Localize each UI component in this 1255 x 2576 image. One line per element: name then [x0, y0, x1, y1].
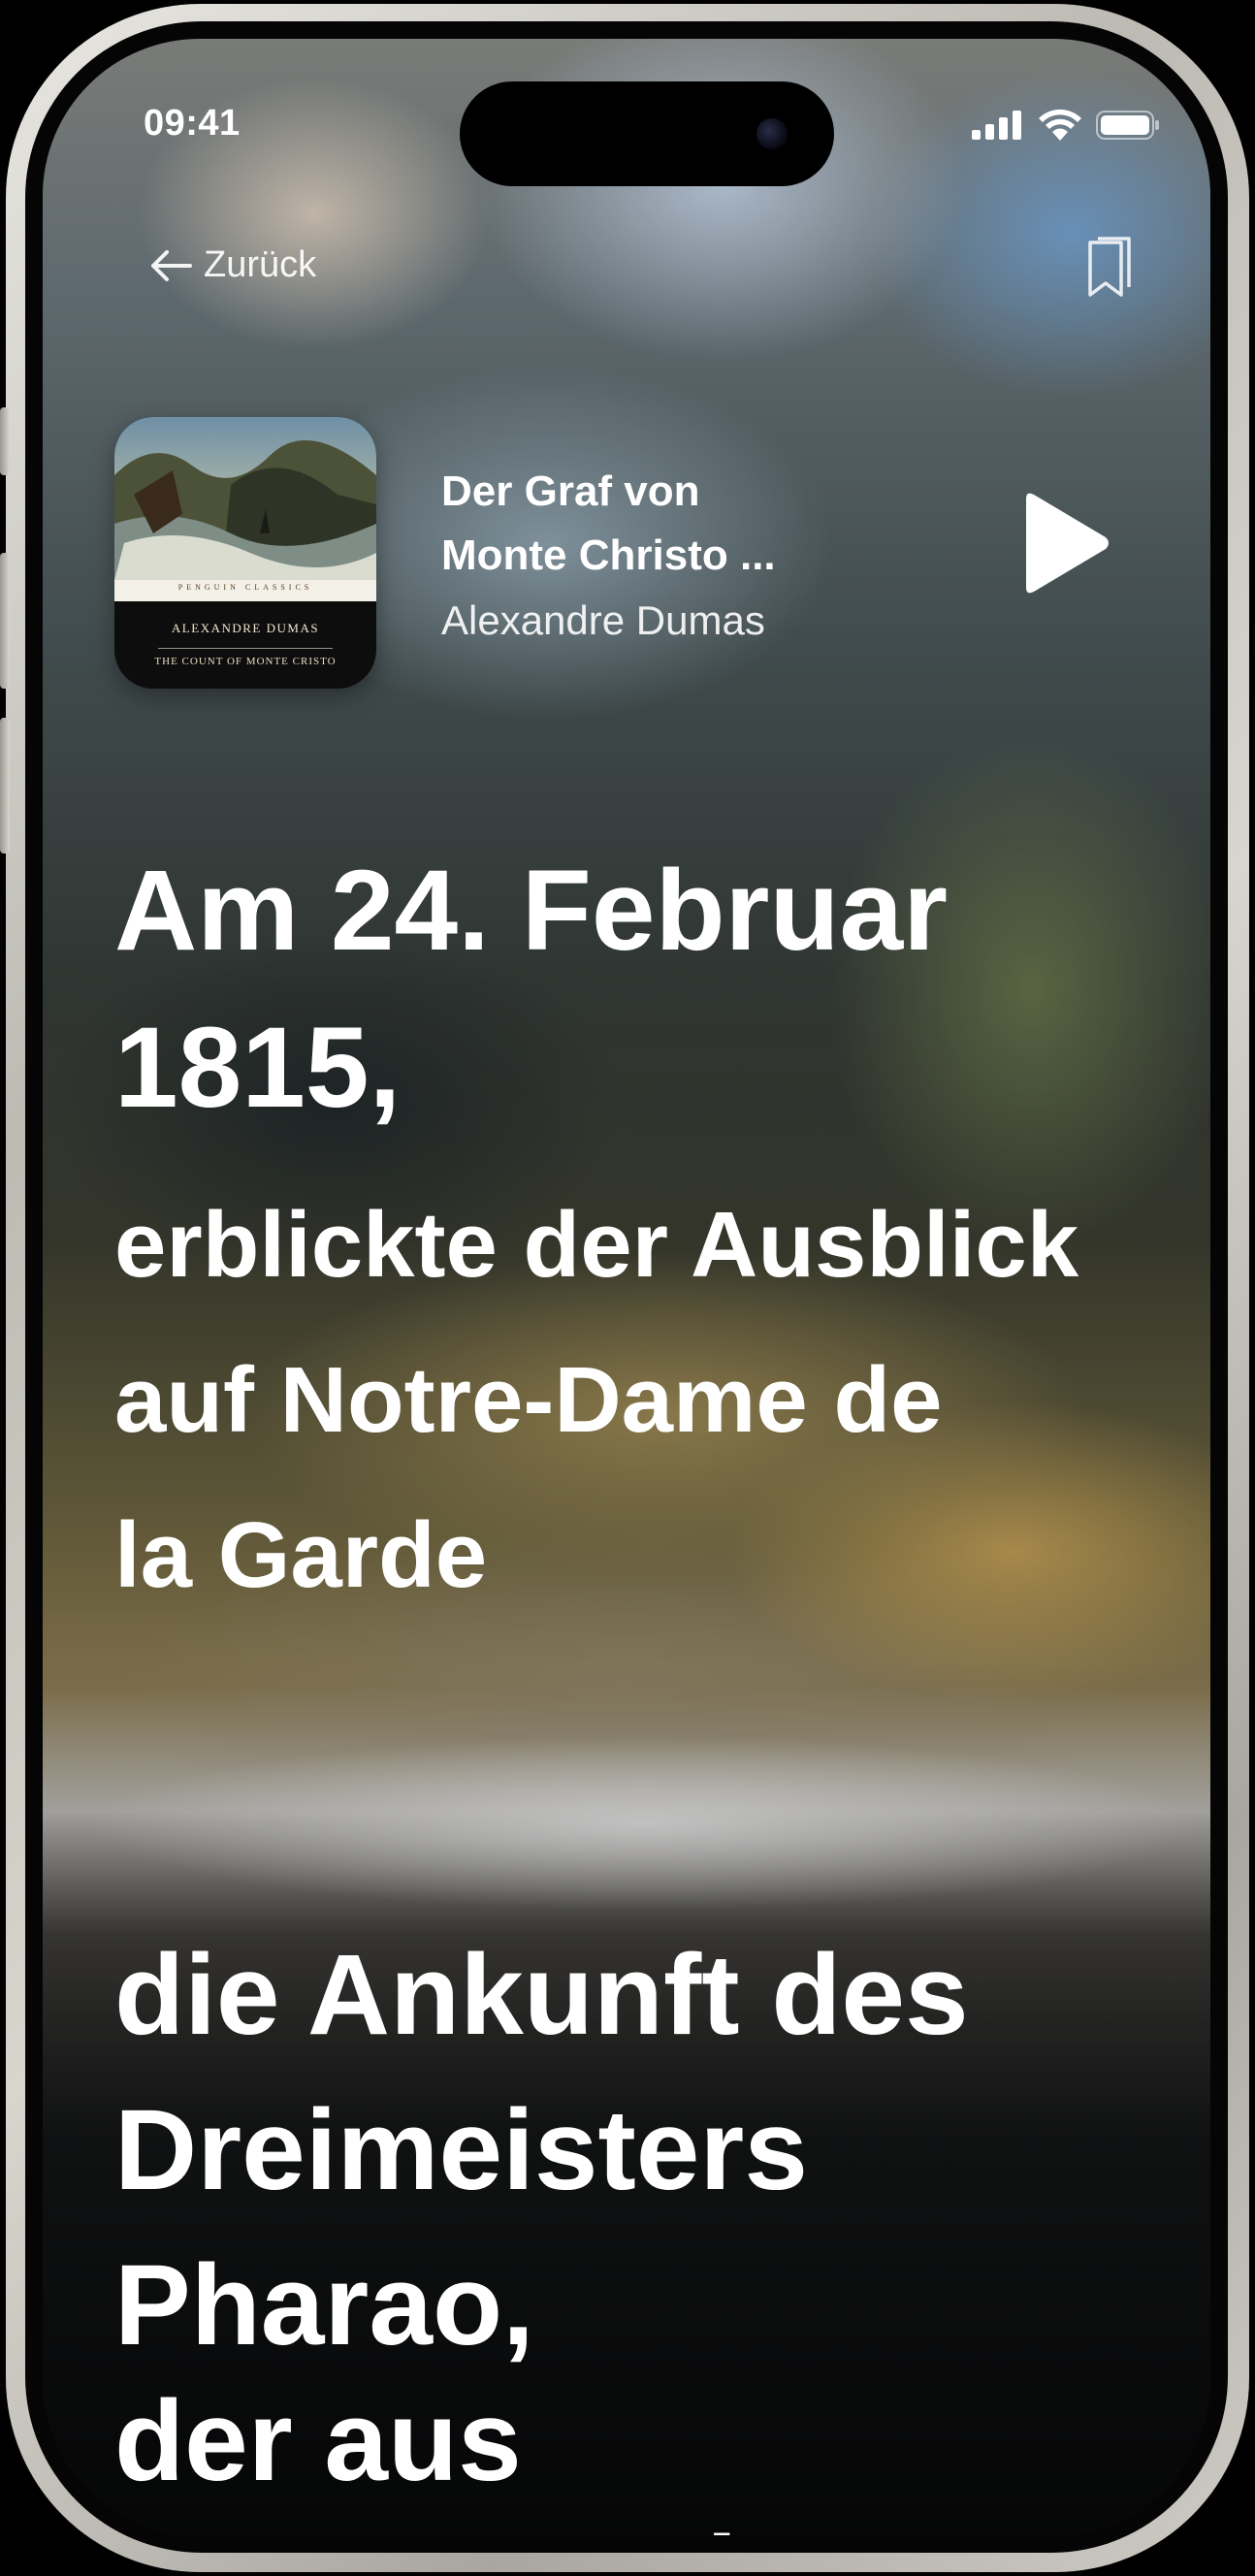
- text-line: Smyrna, Triest: [114, 2498, 903, 2535]
- book-cover[interactable]: PENGUIN CLASSICS ALEXANDRE DUMAS THE COU…: [114, 417, 376, 689]
- text-line: 1815,: [114, 1004, 402, 1132]
- play-button[interactable]: [1013, 489, 1113, 597]
- play-icon: [1026, 493, 1109, 594]
- dynamic-island: [460, 81, 834, 186]
- cover-divider: [158, 648, 333, 649]
- status-icons: [972, 109, 1160, 142]
- cover-series-band: PENGUIN CLASSICS: [114, 580, 376, 601]
- cover-painting: [114, 417, 376, 580]
- text-line: auf Notre-Dame de: [114, 1348, 943, 1452]
- text-line: Pharao,: [114, 2241, 534, 2369]
- volume-down-button: [0, 718, 10, 853]
- back-label: Zurück: [204, 244, 317, 285]
- track-title-line1: Der Graf von: [441, 467, 700, 515]
- text-line: die Ankunft des: [114, 1931, 969, 2059]
- device-mockup: 09:41 Zurück PENGUIN CLASSICS ALEXANDRE …: [0, 0, 1255, 2576]
- action-button: [0, 407, 10, 475]
- status-time: 09:41: [144, 103, 241, 144]
- track-author: Alexandre Dumas: [441, 597, 765, 643]
- cover-series: PENGUIN CLASSICS: [177, 583, 313, 592]
- volume-up-button: [0, 553, 10, 689]
- track-title[interactable]: Der Graf von Monte Christo ...: [441, 460, 887, 588]
- screen: 09:41 Zurück PENGUIN CLASSICS ALEXANDRE …: [43, 39, 1210, 2535]
- text-line: erblickte der Ausblick: [114, 1193, 1079, 1297]
- cover-title: THE COUNT OF MONTE CRISTO: [154, 656, 337, 667]
- text-line: Am 24. Februar: [114, 847, 949, 975]
- cover-author: ALEXANDRE DUMAS: [171, 621, 320, 635]
- text-line: Dreimeisters: [114, 2086, 808, 2214]
- text-line: der aus: [114, 2377, 522, 2505]
- battery-icon: [1096, 111, 1159, 140]
- back-button[interactable]: Zurück: [145, 244, 316, 286]
- cellular-signal-icon: [972, 111, 1021, 140]
- wifi-icon: [1039, 109, 1081, 141]
- track-title-line2: Monte Christo ...: [441, 531, 776, 579]
- bookmark-icon: [1088, 237, 1131, 297]
- text-line: la Garde: [114, 1503, 488, 1607]
- arrow-left-icon: [151, 249, 192, 281]
- bookmark-button[interactable]: [1078, 237, 1137, 301]
- front-camera: [756, 118, 788, 149]
